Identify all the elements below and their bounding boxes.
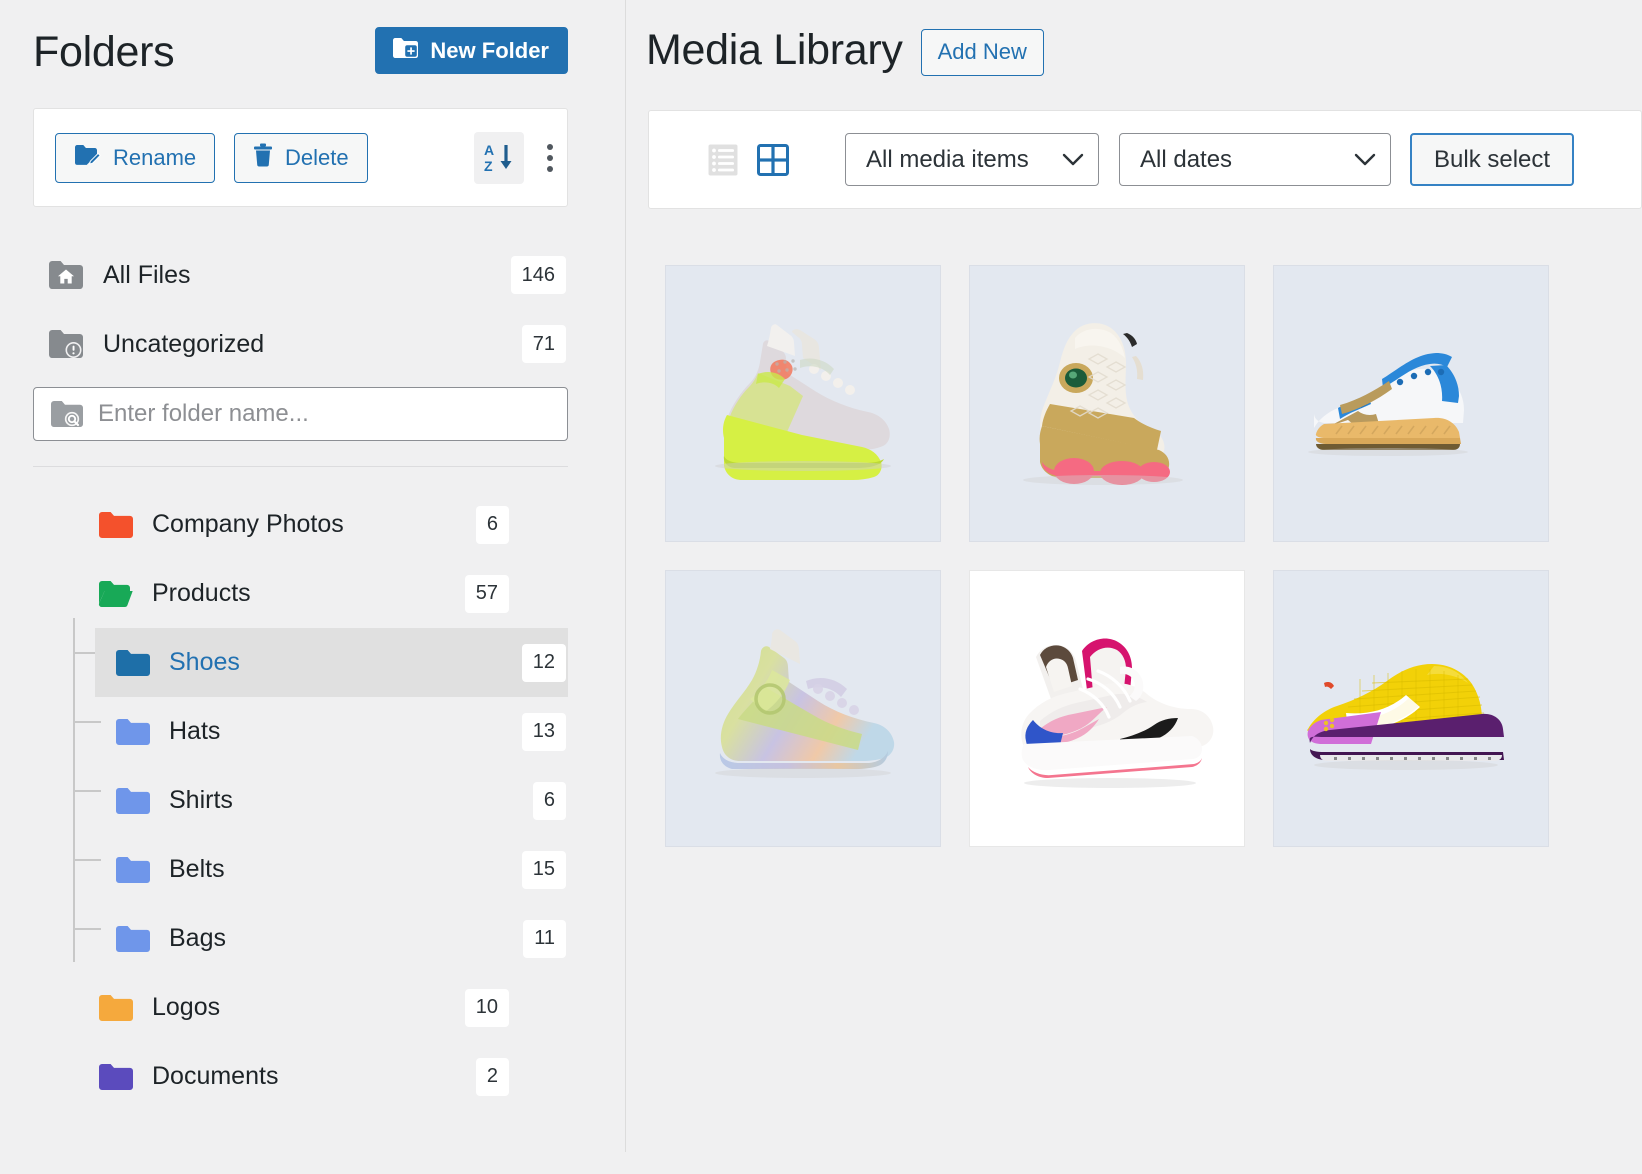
sidebar-item-logos[interactable]: Logos 10 xyxy=(48,973,568,1042)
sidebar-item-company-photos[interactable]: Company Photos 6 xyxy=(48,490,568,559)
page-title: Folders xyxy=(33,24,174,80)
folder-label: Bags xyxy=(169,924,523,953)
sidebar-item-products[interactable]: Products 57 xyxy=(48,559,568,628)
folders-header: Folders New Folder xyxy=(33,22,593,84)
folder-icon xyxy=(96,994,136,1022)
folder-alert-icon xyxy=(46,329,86,359)
media-item-nike-kd12-volt-sneaker[interactable] xyxy=(665,265,941,542)
media-library-panel: Media Library Add New xyxy=(626,0,1642,1174)
folder-label: Company Photos xyxy=(152,510,476,539)
folder-more-menu-icon[interactable] xyxy=(537,132,563,184)
svg-text:Z: Z xyxy=(484,158,493,174)
uncategorized-label: Uncategorized xyxy=(103,330,522,359)
folder-count: 2 xyxy=(476,1058,509,1096)
chevron-down-icon xyxy=(1354,146,1376,174)
tree-separator xyxy=(33,466,568,467)
folder-search-box[interactable] xyxy=(33,387,568,441)
folder-label: Belts xyxy=(169,855,522,884)
folder-tree: Company Photos 6 Products 57 xyxy=(0,490,625,1111)
new-folder-label: New Folder xyxy=(430,38,549,64)
folders-panel: Folders New Folder xyxy=(0,0,625,1174)
folder-count: 11 xyxy=(523,920,566,958)
media-item-nike-metcon-blue-gum-sneaker[interactable] xyxy=(1273,265,1549,542)
folder-count: 10 xyxy=(465,989,509,1027)
sidebar-item-bags[interactable]: Bags 11 xyxy=(95,904,568,973)
dates-filter-label: All dates xyxy=(1140,146,1232,174)
folder-search-icon xyxy=(50,400,84,428)
folder-count: 6 xyxy=(533,782,566,820)
folder-icon xyxy=(113,649,153,677)
sidebar-item-shirts[interactable]: Shirts 6 xyxy=(95,766,568,835)
all-files-label: All Files xyxy=(103,261,511,290)
sidebar-item-shoes[interactable]: Shoes 12 xyxy=(95,628,568,697)
folder-label: Shirts xyxy=(169,786,533,815)
media-filter-label: All media items xyxy=(866,146,1029,174)
folder-label: Hats xyxy=(169,717,522,746)
sidebar-item-all-files[interactable]: All Files 146 xyxy=(33,252,568,298)
svg-text:A: A xyxy=(484,142,494,158)
delete-label: Delete xyxy=(285,145,349,171)
media-item-air-jordan-13-tan-pink-sneaker[interactable] xyxy=(969,265,1245,542)
folder-label: Products xyxy=(152,579,465,608)
folder-count: 6 xyxy=(476,506,509,544)
sort-alpha-down-icon[interactable]: A Z xyxy=(474,132,524,184)
folder-icon xyxy=(96,1063,136,1091)
media-item-nike-kd12-pastel-sneaker[interactable] xyxy=(665,570,941,847)
media-filter-select[interactable]: All media items xyxy=(845,133,1099,186)
folder-icon xyxy=(113,718,153,746)
sidebar-item-uncategorized[interactable]: Uncategorized 71 xyxy=(33,321,568,367)
uncategorized-count: 71 xyxy=(522,325,566,363)
trash-icon xyxy=(253,143,273,173)
delete-button[interactable]: Delete xyxy=(234,133,368,183)
folder-open-icon xyxy=(96,580,136,608)
folder-count: 15 xyxy=(522,851,566,889)
sidebar-item-hats[interactable]: Hats 13 xyxy=(95,697,568,766)
folder-plus-icon xyxy=(392,37,419,65)
view-mode-toggle xyxy=(701,138,795,182)
folder-count: 13 xyxy=(522,713,566,751)
bulk-select-button[interactable]: Bulk select xyxy=(1410,133,1574,186)
folder-home-icon xyxy=(46,260,86,290)
media-library-page: Folders New Folder xyxy=(0,0,1642,1174)
media-toolbar: All media items All dates Bulk select xyxy=(648,110,1642,209)
folder-label: Documents xyxy=(152,1062,476,1091)
media-item-lv-archlight-pink-sneaker[interactable] xyxy=(969,570,1245,847)
folder-icon xyxy=(96,511,136,539)
folder-icon xyxy=(113,856,153,884)
add-new-button[interactable]: Add New xyxy=(921,29,1044,76)
folder-icon xyxy=(113,925,153,953)
list-view-icon[interactable] xyxy=(701,138,745,182)
media-item-nike-kobe-ad-nxt-yellow-sneaker[interactable] xyxy=(1273,570,1549,847)
chevron-down-icon xyxy=(1062,146,1084,174)
grid-view-icon[interactable] xyxy=(751,138,795,182)
folder-actions-toolbar: Rename Delete A Z xyxy=(33,108,568,207)
media-grid xyxy=(665,265,1585,847)
new-folder-button[interactable]: New Folder xyxy=(375,27,568,74)
rename-button[interactable]: Rename xyxy=(55,133,215,183)
folder-pencil-icon xyxy=(74,144,101,172)
dates-filter-select[interactable]: All dates xyxy=(1119,133,1391,186)
folder-label: Logos xyxy=(152,993,465,1022)
sidebar-item-documents[interactable]: Documents 2 xyxy=(48,1042,568,1111)
folder-count: 57 xyxy=(465,575,509,613)
folder-label: Shoes xyxy=(169,648,522,677)
all-files-count: 146 xyxy=(511,256,566,294)
media-header: Media Library Add New xyxy=(646,22,1044,78)
rename-label: Rename xyxy=(113,145,196,171)
media-library-title: Media Library xyxy=(646,22,903,78)
sidebar-item-belts[interactable]: Belts 15 xyxy=(95,835,568,904)
folder-count: 12 xyxy=(522,644,566,682)
folder-search-input[interactable] xyxy=(98,400,567,428)
folder-icon xyxy=(113,787,153,815)
